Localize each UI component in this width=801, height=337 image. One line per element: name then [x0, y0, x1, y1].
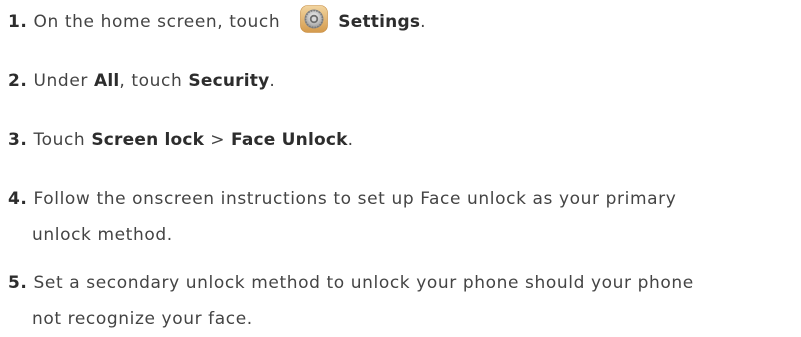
step-number: 3. [8, 130, 28, 150]
all-label: All [93, 71, 120, 91]
step-text-line-1: Follow the onscreen instructions to set … [33, 189, 677, 209]
step-number: 2. [8, 71, 28, 91]
step-5: 5. Set a secondary unlock method to unlo… [8, 265, 694, 337]
step-text-line-2: not recognize your face. [32, 309, 253, 329]
step-text: Touch [33, 130, 92, 150]
punctuation: . [420, 12, 427, 32]
step-number: 4. [8, 189, 28, 209]
step-text-line-1: Set a secondary unlock method to unlock … [33, 273, 694, 293]
step-2: 2. Under All, touch Security. [8, 63, 275, 99]
step-text: On the home screen, touch [33, 12, 281, 32]
security-label: Security [188, 71, 270, 91]
step-number: 5. [8, 273, 28, 293]
step-3: 3. Touch Screen lock > Face Unlock. [8, 122, 354, 158]
step-text: , touch [119, 71, 189, 91]
instructions-page: { "steps": [ {"number": "1.", "text_befo… [0, 0, 801, 336]
settings-gear-icon [300, 5, 329, 33]
punctuation: . [347, 130, 354, 150]
step-text: > [204, 130, 232, 150]
step-text: Under [33, 71, 94, 91]
punctuation: . [269, 71, 276, 91]
settings-label: Settings [338, 12, 421, 32]
step-1: 1. On the home screen, touch Settings. [8, 4, 426, 40]
step-number: 1. [8, 12, 28, 32]
step-4: 4. Follow the onscreen instructions to s… [8, 181, 676, 253]
step-text-line-2: unlock method. [32, 225, 173, 245]
screen-lock-label: Screen lock [91, 130, 205, 150]
face-unlock-label: Face Unlock [231, 130, 348, 150]
